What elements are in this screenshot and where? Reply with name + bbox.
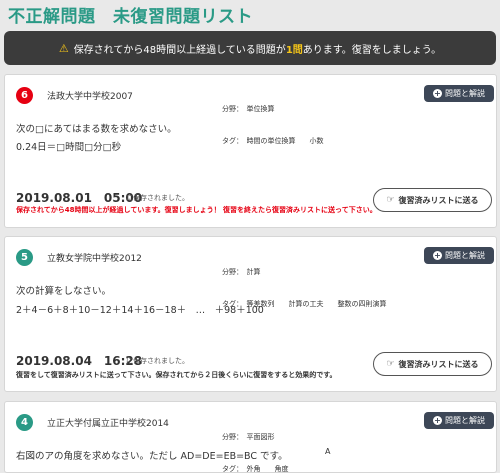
tag-values: 外角 角度 — [246, 464, 289, 473]
warning-icon: ⚠ — [58, 41, 69, 55]
problem-card: 5 立教女学院中学校2012 分野： 計算 タグ： 等差数列 計算の工夫 整数の… — [4, 236, 497, 392]
field-label: 分野： — [222, 268, 240, 276]
plus-circle-icon: + — [433, 89, 442, 98]
question-text: 2＋4－6＋8＋10－12＋14＋16－18＋ … ＋98＋100 — [16, 305, 264, 316]
field-value: 平面図形 — [246, 433, 275, 441]
plus-circle-icon: + — [433, 416, 442, 425]
saved-date: 2019.08.01 05:00 — [16, 191, 143, 205]
overdue-notice-banner: ⚠ 保存されてから48時間以上経過している問題が 1問 あります。復習をしましょう。 — [4, 31, 496, 65]
review-remark: 復習をして復習済みリストに送って下さい。保存されてから２日後くらいに復習をすると… — [16, 371, 337, 379]
problem-number-badge: 6 — [16, 87, 33, 104]
explain-button-label: 問題と解説 — [445, 416, 485, 425]
explain-button[interactable]: + 問題と解説 — [424, 412, 494, 429]
notice-prefix: 保存されてから48時間以上経過している問題が — [73, 44, 286, 56]
field-value: 計算 — [246, 268, 261, 276]
review-remark: 保存されてから48時間以上が経過しています。復習しましょう！ 復習を終えたら復習… — [16, 206, 377, 214]
pointing-hand-icon: ☞ — [386, 359, 395, 369]
plus-circle-icon: + — [433, 251, 442, 260]
school-name: 法政大学中学校2007 — [47, 92, 133, 102]
saved-suffix: に保存されました。 — [126, 357, 189, 365]
explain-button[interactable]: + 問題と解説 — [424, 85, 494, 102]
notice-suffix: あります。復習をしましょう。 — [302, 44, 442, 56]
page-title: 不正解問題 未復習問題リスト — [8, 7, 253, 27]
figure-label: A — [325, 447, 331, 456]
problem-card: 6 法政大学中学校2007 分野： 単位換算 タグ： 時間の単位換算 小数 + 問… — [4, 74, 497, 228]
explain-button-label: 問題と解説 — [445, 251, 485, 260]
field-label: 分野： — [222, 433, 240, 441]
review-button-label: 復習済みリストに送る — [398, 195, 479, 205]
saved-date: 2019.08.04 16:28 — [16, 354, 143, 368]
send-to-reviewed-button[interactable]: ☞ 復習済みリストに送る — [373, 352, 492, 376]
field-value: 単位換算 — [246, 105, 275, 113]
explain-button-label: 問題と解説 — [445, 89, 485, 98]
question-text: 0.24日＝□時間□分□秒 — [16, 142, 122, 153]
question-text: 右図のアの角度を求めなさい。ただし AD=DE=EB=BC です。 — [16, 451, 288, 462]
explain-button[interactable]: + 問題と解説 — [424, 247, 494, 264]
school-name: 立正大学付属立正中学校2014 — [47, 419, 169, 429]
problem-card: 4 立正大学付属立正中学校2014 分野： 平面図形 タグ： 外角 角度 + 問題… — [4, 401, 497, 473]
notice-count: 1問 — [285, 44, 303, 56]
tag-label: タグ： — [222, 464, 240, 473]
question-text: 次の□にあてはまる数を求めなさい。 — [16, 124, 177, 135]
field-label: 分野： — [222, 105, 240, 113]
review-button-label: 復習済みリストに送る — [398, 359, 479, 369]
problem-number-badge: 5 — [16, 249, 33, 266]
tag-values: 時間の単位換算 小数 — [246, 136, 324, 145]
problem-number-badge: 4 — [16, 414, 33, 431]
school-name: 立教女学院中学校2012 — [47, 254, 142, 264]
send-to-reviewed-button[interactable]: ☞ 復習済みリストに送る — [373, 188, 492, 212]
problem-meta: 分野： 単位換算 タグ： 時間の単位換算 小数 — [222, 83, 324, 167]
tag-values: 等差数列 計算の工夫 整数の四則演算 — [246, 299, 387, 308]
tag-label: タグ： — [222, 136, 240, 145]
saved-suffix: に保存されました。 — [126, 194, 189, 202]
question-text: 次の計算をしなさい。 — [16, 286, 112, 297]
problem-meta: 分野： 計算 タグ： 等差数列 計算の工夫 整数の四則演算 — [222, 246, 387, 330]
pointing-hand-icon: ☞ — [386, 195, 395, 205]
